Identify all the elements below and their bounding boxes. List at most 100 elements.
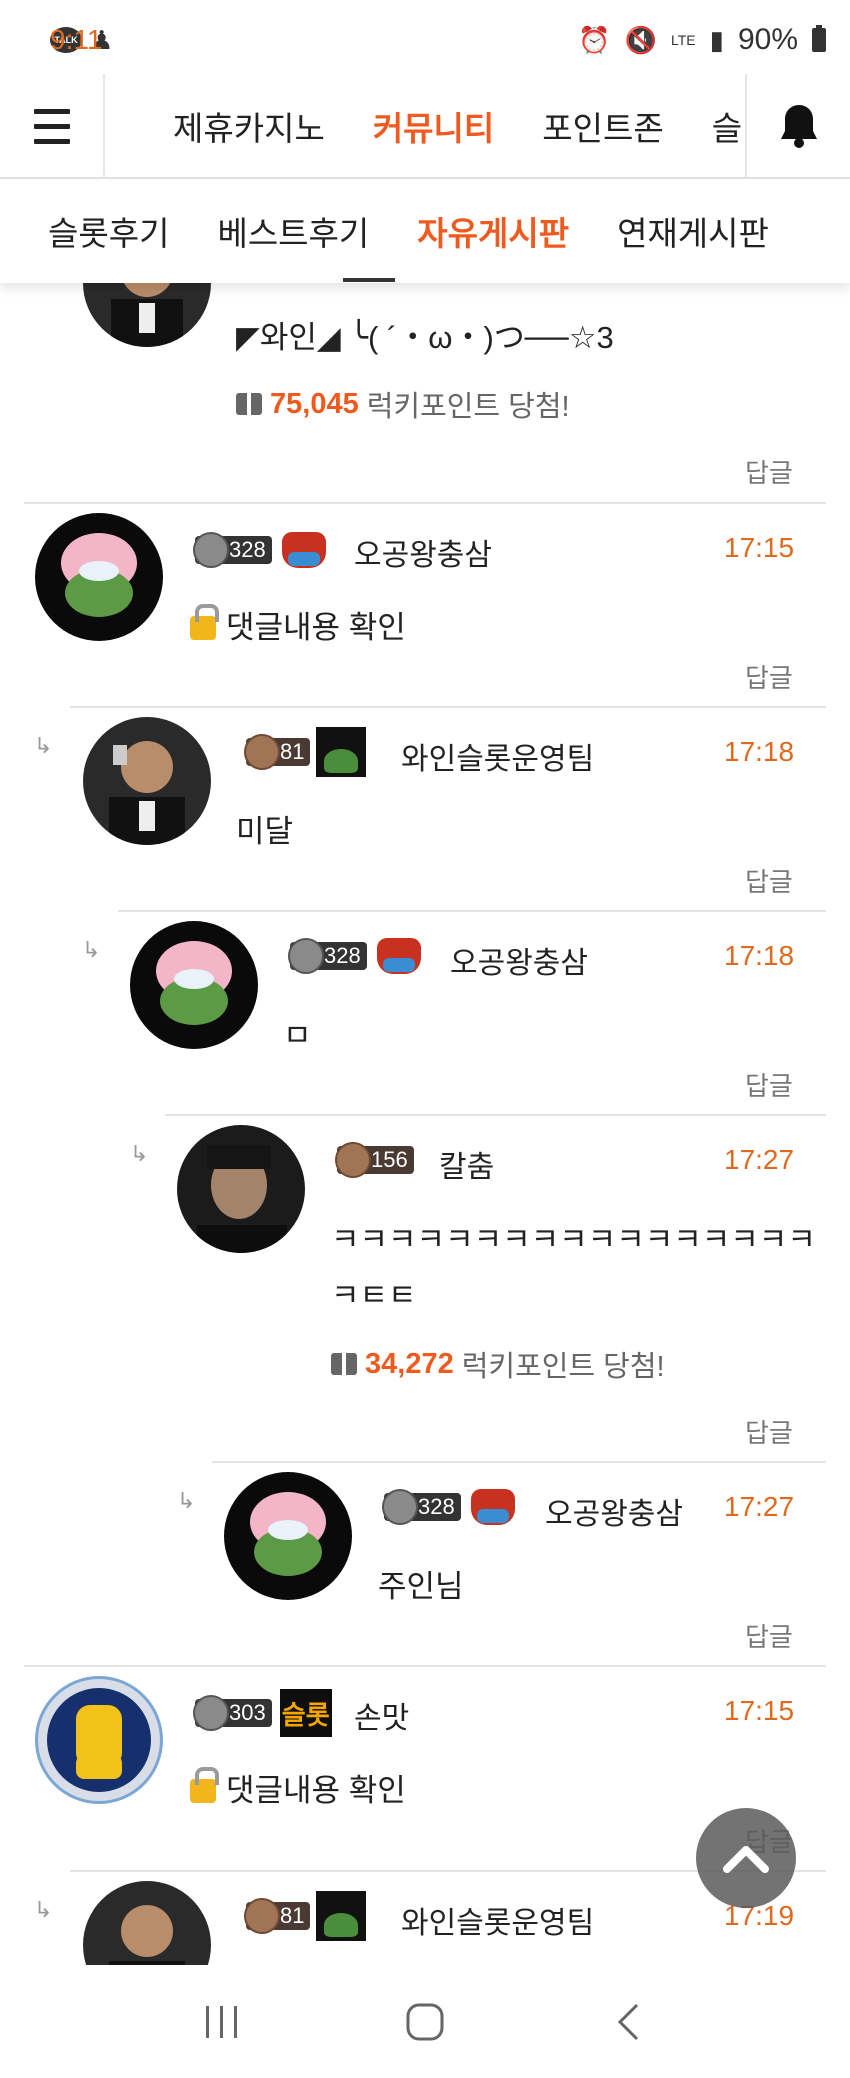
user-level: 156 <box>335 1142 414 1178</box>
team-profile-icon <box>316 1891 367 1941</box>
slot-badge: 슬롯 <box>279 1689 332 1737</box>
nickname[interactable]: 칼춤 <box>439 1142 494 1186</box>
avatar <box>177 1125 305 1253</box>
lucky-point-notice: 75,045 럭키포인트 당첨! <box>236 383 570 425</box>
user-level: 81 <box>244 727 367 777</box>
gift-icon <box>331 1348 357 1375</box>
avatar <box>35 1676 163 1804</box>
tab-slot-review[interactable]: 슬롯후기 <box>48 207 169 255</box>
level-badge: 328 <box>193 532 272 568</box>
tab-free-board[interactable]: 자유게시판 <box>417 207 569 255</box>
comment-time: 17:27 <box>724 1144 795 1175</box>
nickname[interactable]: 와인슬롯운영팀 <box>401 734 594 778</box>
divider <box>118 910 826 912</box>
comment-body: 댓글내용 확인 <box>226 610 406 645</box>
comment-time: 17:18 <box>724 736 795 767</box>
lucky-points: 34,272 <box>365 1347 454 1380</box>
nickname[interactable]: 오공왕충삼 <box>545 1489 683 1533</box>
user-level: 328 <box>382 1489 515 1525</box>
pepe-icon <box>376 938 421 974</box>
comment-time: 17:15 <box>724 532 795 563</box>
team-profile-icon <box>316 727 367 777</box>
lucky-point-notice: 34,272 럭키포인트 당첨! <box>331 1343 665 1385</box>
nickname[interactable]: 손맛 <box>354 1693 409 1737</box>
comment-body: 주인님 <box>378 1569 464 1604</box>
reply-arrow-icon: ↳ <box>177 1488 196 1513</box>
divider <box>165 1114 826 1116</box>
comment-time: 17:18 <box>724 940 795 971</box>
gift-icon <box>236 388 262 415</box>
avatar <box>83 1881 211 1965</box>
recent-apps-button[interactable] <box>182 1992 262 2052</box>
system-nav-bar <box>0 1965 850 2078</box>
user-level: 328 <box>193 532 326 568</box>
top-nav: 제휴카지노 커뮤니티 포인트존 슬 <box>0 74 850 179</box>
avatar <box>35 513 163 641</box>
reply-button[interactable]: 답글 <box>745 453 793 490</box>
lock-icon <box>190 1766 219 1803</box>
comment-body: ㅁ <box>283 1018 312 1053</box>
locked-comment[interactable]: 댓글내용 확인 <box>190 602 406 647</box>
scroll-top-button[interactable] <box>696 1808 796 1908</box>
nickname[interactable]: 오공왕충삼 <box>450 938 588 982</box>
hamburger-icon <box>33 104 70 149</box>
sub-nav: 슬롯후기 베스트후기 자유게시판 연재게시판 <box>0 179 850 283</box>
menu-button[interactable] <box>0 74 105 178</box>
reply-button[interactable]: 답글 <box>745 658 793 695</box>
comment-body: ◤와인◢ ╰( ´・ω・)つ──☆3 <box>236 320 614 355</box>
back-icon <box>618 2003 639 2040</box>
reply-button[interactable]: 답글 <box>745 1066 793 1103</box>
lock-icon <box>190 603 219 640</box>
tab-series-board[interactable]: 연재게시판 <box>617 207 769 255</box>
back-button[interactable] <box>588 1992 668 2052</box>
comment-body: 댓글내용 확인 <box>226 1773 406 1808</box>
reply-button[interactable]: 답글 <box>745 1617 793 1654</box>
lucky-label: 럭키포인트 당첨! <box>366 391 570 423</box>
nickname[interactable]: 와인슬롯운영팀 <box>401 1898 594 1942</box>
comment-list: ◤와인◢ ╰( ´・ω・)つ──☆3 75,045 럭키포인트 당첨! 답글 3… <box>0 0 850 1965</box>
reply-arrow-icon: ↳ <box>82 937 101 962</box>
nickname[interactable]: 오공왕충삼 <box>354 530 492 574</box>
comment-body: 미달 <box>236 814 294 849</box>
locked-comment[interactable]: 댓글내용 확인 <box>190 1765 406 1810</box>
divider <box>24 502 826 504</box>
level-badge: 328 <box>382 1489 461 1525</box>
reply-arrow-icon: ↳ <box>34 1897 53 1922</box>
recent-apps-icon <box>205 2005 237 2038</box>
level-badge: 81 <box>244 734 311 770</box>
comment-time: 17:27 <box>724 1491 795 1522</box>
user-level: 81 <box>244 1891 367 1941</box>
tab-slot[interactable]: 슬 <box>712 102 742 150</box>
pepe-icon <box>470 1489 515 1525</box>
tab-point-zone[interactable]: 포인트존 <box>542 102 663 150</box>
level-badge: 156 <box>335 1142 414 1178</box>
chevron-up-icon <box>723 1846 769 1873</box>
level-badge: 303 <box>193 1695 272 1731</box>
divider <box>212 1461 826 1463</box>
comment-time: 17:15 <box>724 1695 795 1726</box>
reply-arrow-icon: ↳ <box>34 733 53 758</box>
comment-body-line: ㅋㅌㅌ <box>331 1278 417 1313</box>
reply-arrow-icon: ↳ <box>130 1141 149 1166</box>
bell-icon <box>780 105 817 148</box>
home-icon <box>406 2003 444 2040</box>
top-tab-bar: 제휴카지노 커뮤니티 포인트존 슬 <box>105 75 745 177</box>
avatar <box>130 921 258 1049</box>
avatar <box>224 1472 352 1600</box>
tab-best-review[interactable]: 베스트후기 <box>217 207 369 255</box>
notifications-button[interactable] <box>745 74 850 178</box>
reply-button[interactable]: 답글 <box>745 862 793 899</box>
home-button[interactable] <box>385 1992 465 2052</box>
level-badge: 81 <box>244 1898 311 1934</box>
lucky-points: 75,045 <box>270 387 359 420</box>
user-level: 303 슬롯 <box>193 1689 332 1737</box>
divider <box>70 706 826 708</box>
tab-partner-casino[interactable]: 제휴카지노 <box>173 102 325 150</box>
reply-button[interactable]: 답글 <box>745 1413 793 1450</box>
scroll-indicator <box>343 278 395 282</box>
avatar <box>83 717 211 845</box>
comment-body-line: ㅋㅋㅋㅋㅋㅋㅋㅋㅋㅋㅋㅋㅋㅋㅋㅋㅋ <box>331 1222 816 1257</box>
user-level: 328 <box>288 938 421 974</box>
tab-community[interactable]: 커뮤니티 <box>373 102 494 150</box>
lucky-label: 럭키포인트 당첨! <box>461 1351 665 1383</box>
